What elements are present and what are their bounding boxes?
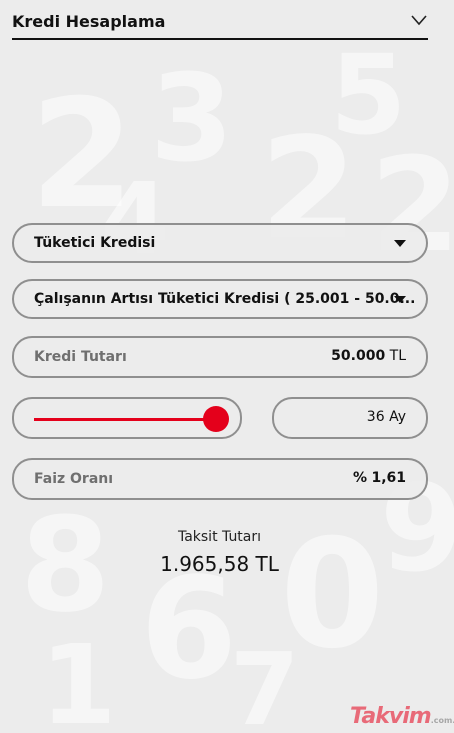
chevron-down-icon[interactable] — [410, 13, 428, 27]
term-value: 36 — [366, 409, 385, 425]
term-field[interactable]: 36 Ay — [272, 397, 428, 439]
term-slider[interactable] — [12, 397, 242, 439]
interest-rate-label: Faiz Oranı — [34, 471, 114, 487]
loan-product-value: Çalışanın Artısı Tüketici Kredisi ( 25.0… — [34, 291, 416, 307]
loan-amount-unit: TL — [389, 348, 406, 364]
watermark-suffix: .com.tr — [430, 716, 454, 725]
loan-amount-value: 50.000 — [331, 348, 386, 364]
installment-label: Taksit Tutarı — [177, 529, 262, 545]
loan-type-select[interactable]: Tüketici Kredisi — [12, 223, 428, 263]
loan-amount-label: Kredi Tutarı — [34, 349, 127, 365]
calculator-header[interactable]: Kredi Hesaplama — [12, 8, 428, 40]
caret-down-icon — [394, 240, 406, 247]
caret-down-icon — [394, 296, 406, 303]
slider-thumb[interactable] — [203, 406, 229, 432]
interest-rate-prefix: % — [352, 470, 367, 486]
interest-rate-field[interactable]: Faiz Oranı % 1,61 — [12, 458, 428, 500]
installment-value: 1.965,58 TL — [160, 552, 279, 576]
page-title: Kredi Hesaplama — [12, 12, 166, 31]
takvim-logo: Takvim.com.tr — [350, 704, 454, 729]
interest-rate-display: % 1,61 — [353, 470, 406, 486]
loan-amount-field[interactable]: Kredi Tutarı 50.000 TL — [12, 336, 428, 378]
loan-product-select[interactable]: Çalışanın Artısı Tüketici Kredisi ( 25.0… — [12, 279, 428, 319]
loan-amount-display: 50.000 TL — [331, 348, 406, 364]
loan-type-value: Tüketici Kredisi — [34, 235, 156, 251]
interest-rate-value: 1,61 — [371, 470, 406, 486]
watermark-brand: Takvim — [350, 704, 432, 729]
term-unit: Ay — [389, 409, 406, 425]
term-display: 36 Ay — [367, 409, 406, 425]
slider-track[interactable] — [34, 418, 216, 421]
